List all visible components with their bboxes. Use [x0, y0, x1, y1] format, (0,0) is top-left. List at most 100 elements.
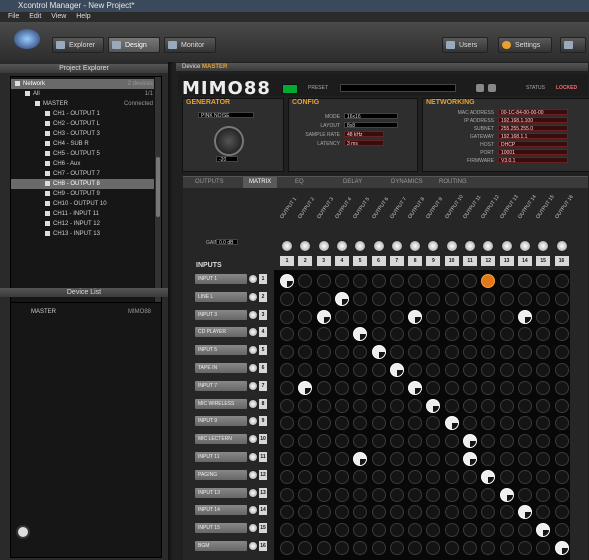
- crosspoint-cell[interactable]: [554, 327, 569, 342]
- crosspoint-cell[interactable]: [280, 469, 294, 484]
- crosspoint-cell[interactable]: [280, 309, 294, 324]
- crosspoint-cell[interactable]: [499, 523, 514, 538]
- crosspoint-cell[interactable]: [444, 345, 459, 360]
- tree-item[interactable]: CH11 - INPUT 11: [11, 209, 157, 219]
- crosspoint-cell[interactable]: [316, 452, 331, 466]
- crosspoint-cell[interactable]: [353, 380, 368, 395]
- crosspoint-cell[interactable]: [554, 398, 569, 413]
- crosspoint-cell[interactable]: [517, 345, 532, 360]
- crosspoint-cell[interactable]: [371, 523, 386, 538]
- crosspoint-cell[interactable]: [353, 291, 368, 306]
- crosspoint-cell[interactable]: [298, 541, 313, 555]
- device-list-item[interactable]: MASTER MIMO88: [11, 307, 157, 317]
- crosspoint-cell[interactable]: [444, 469, 459, 484]
- crosspoint-cell[interactable]: [389, 291, 404, 306]
- crosspoint-cell[interactable]: [371, 291, 386, 306]
- input-name-button[interactable]: LINE L: [195, 291, 247, 302]
- networking-field-value[interactable]: 255.255.255.0: [498, 125, 568, 132]
- column-gain-knob[interactable]: [281, 240, 293, 252]
- crosspoint-cell[interactable]: [554, 541, 569, 555]
- crosspoint-cell[interactable]: [371, 363, 386, 377]
- tree-scrollbar-thumb[interactable]: [156, 157, 160, 217]
- column-gain-knob[interactable]: [372, 240, 385, 252]
- crosspoint-cell[interactable]: [499, 398, 514, 413]
- crosspoint-cell[interactable]: [334, 469, 349, 484]
- crosspoint-cell[interactable]: [298, 398, 313, 413]
- crosspoint-cell[interactable]: [536, 487, 551, 502]
- crosspoint-cell[interactable]: [481, 505, 496, 520]
- crosspoint-cell[interactable]: [280, 274, 294, 288]
- input-gain-knob[interactable]: [248, 469, 258, 480]
- input-gain-knob[interactable]: [248, 309, 258, 320]
- crosspoint-cell[interactable]: [444, 309, 459, 324]
- crosspoint-cell[interactable]: [499, 363, 514, 377]
- crosspoint-cell[interactable]: [517, 416, 532, 431]
- crosspoint-cell[interactable]: [499, 380, 514, 395]
- crosspoint-cell[interactable]: [499, 541, 514, 555]
- crosspoint-cell[interactable]: [444, 434, 459, 449]
- crosspoint-cell[interactable]: [499, 469, 514, 484]
- column-gain-knob[interactable]: [464, 240, 476, 252]
- crosspoint-cell[interactable]: [481, 452, 496, 466]
- crosspoint-cell[interactable]: [371, 274, 386, 288]
- input-name-button[interactable]: BGM: [195, 541, 247, 551]
- input-name-button[interactable]: PAGING: [195, 469, 247, 480]
- column-gain-knob[interactable]: [335, 240, 348, 252]
- crosspoint-cell[interactable]: [334, 345, 349, 360]
- input-name-button[interactable]: INPUT 15: [195, 523, 247, 534]
- crosspoint-cell[interactable]: [426, 398, 441, 413]
- crosspoint-cell[interactable]: [481, 469, 496, 484]
- crosspoint-cell[interactable]: [481, 541, 496, 555]
- crosspoint-cell[interactable]: [353, 434, 368, 449]
- input-gain-knob[interactable]: [248, 327, 258, 338]
- crosspoint-cell[interactable]: [389, 452, 404, 466]
- crosspoint-cell[interactable]: [334, 416, 349, 431]
- input-name-button[interactable]: INPUT 7: [195, 380, 247, 391]
- crosspoint-cell[interactable]: [316, 541, 331, 555]
- crosspoint-cell[interactable]: [444, 291, 459, 306]
- crosspoint-cell[interactable]: [499, 505, 514, 520]
- crosspoint-cell[interactable]: [389, 505, 404, 520]
- crosspoint-cell[interactable]: [444, 541, 459, 555]
- crosspoint-cell[interactable]: [444, 523, 459, 538]
- generator-level-field[interactable]: -20: [216, 156, 238, 163]
- crosspoint-cell[interactable]: [444, 487, 459, 502]
- tree-item[interactable]: CH2 - OUTPUT L: [11, 119, 157, 129]
- crosspoint-cell[interactable]: [481, 416, 496, 431]
- crosspoint-cell[interactable]: [298, 452, 313, 466]
- preset-select[interactable]: [340, 84, 456, 92]
- crosspoint-cell[interactable]: [554, 523, 569, 538]
- tree-item[interactable]: All 1/1: [11, 89, 157, 99]
- crosspoint-cell[interactable]: [353, 327, 368, 342]
- column-gain-knob[interactable]: [555, 240, 568, 252]
- tree-item[interactable]: Network 2 devices: [11, 79, 157, 89]
- crosspoint-cell[interactable]: [517, 363, 532, 377]
- crosspoint-cell[interactable]: [298, 487, 313, 502]
- crosspoint-cell[interactable]: [389, 274, 404, 288]
- crosspoint-cell[interactable]: [517, 452, 532, 466]
- crosspoint-cell[interactable]: [554, 363, 569, 377]
- crosspoint-cell[interactable]: [426, 523, 441, 538]
- crosspoint-cell[interactable]: [280, 434, 294, 449]
- crosspoint-cell[interactable]: [554, 291, 569, 306]
- input-gain-knob[interactable]: [248, 452, 258, 462]
- input-gain-knob[interactable]: [248, 541, 258, 551]
- crosspoint-cell[interactable]: [463, 487, 477, 502]
- generator-level-knob[interactable]: [214, 126, 244, 156]
- crosspoint-cell[interactable]: [408, 523, 423, 538]
- crosspoint-cell[interactable]: [353, 505, 368, 520]
- tree-item[interactable]: MASTER Connected: [11, 99, 157, 109]
- crosspoint-cell[interactable]: [463, 416, 477, 431]
- column-gain-knob[interactable]: [518, 240, 531, 252]
- input-gain-knob[interactable]: [248, 505, 258, 516]
- crosspoint-cell[interactable]: [536, 380, 551, 395]
- crosspoint-cell[interactable]: [481, 345, 496, 360]
- crosspoint-cell[interactable]: [389, 434, 404, 449]
- crosspoint-cell[interactable]: [298, 291, 313, 306]
- crosspoint-cell[interactable]: [371, 398, 386, 413]
- crosspoint-cell[interactable]: [426, 274, 441, 288]
- crosspoint-cell[interactable]: [463, 541, 477, 555]
- crosspoint-cell[interactable]: [444, 327, 459, 342]
- crosspoint-cell[interactable]: [316, 398, 331, 413]
- crosspoint-cell[interactable]: [371, 434, 386, 449]
